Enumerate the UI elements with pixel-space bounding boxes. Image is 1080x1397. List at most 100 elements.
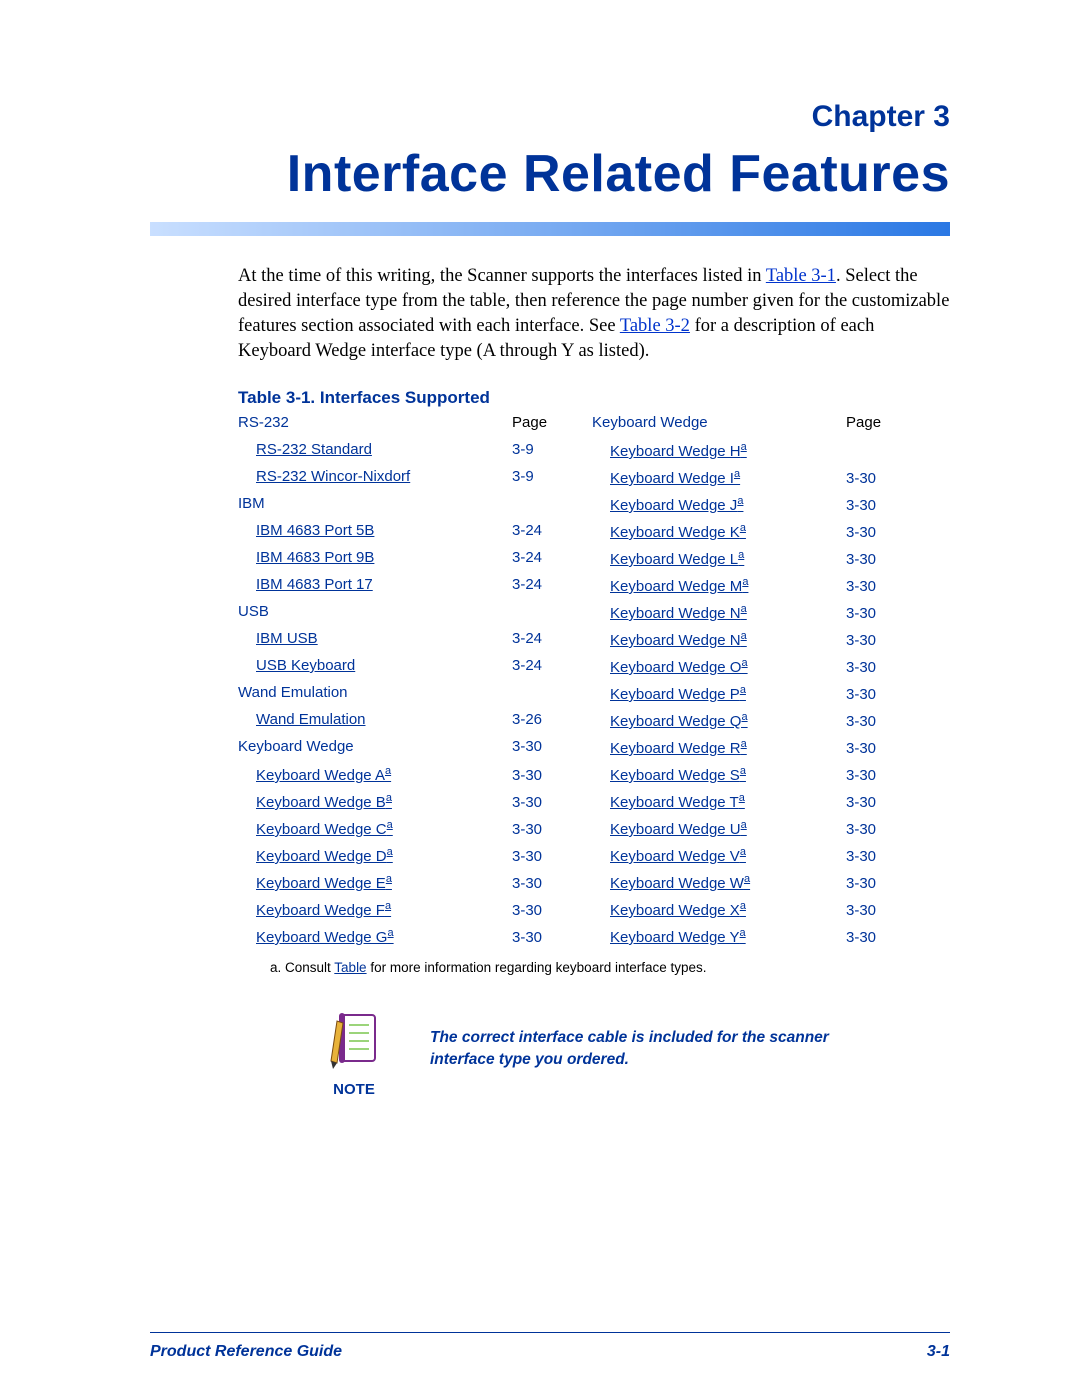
table-row: Keyboard Wedge Ua3-30 [592,819,902,846]
interface-link[interactable]: Keyboard Wedge Ma [610,578,748,595]
interface-link[interactable]: Keyboard Wedge Ga [256,929,394,946]
footnote-link[interactable]: Table [334,960,366,975]
table-row: Keyboard Wedge Ba 3-30 [238,792,568,819]
interface-link[interactable]: Keyboard Wedge Oa [610,659,748,676]
page-ref: 3-30 [846,929,902,946]
table-row: Keyboard Wedge Ga 3-30 [238,927,568,954]
table-caption: Table 3-1. Interfaces Supported [238,388,950,408]
page-ref: 3-30 [846,524,902,541]
page-ref: 3-30 [846,848,902,865]
page-ref: 3-30 [846,740,902,757]
page-ref: 3-24 [512,576,568,593]
interface-link[interactable]: Keyboard Wedge Ca [256,821,393,838]
page-ref: 3-30 [846,875,902,892]
link-table-3-1[interactable]: Table 3-1 [766,266,836,286]
interface-link[interactable]: Keyboard Wedge Ka [610,524,746,541]
note-text: The correct interface cable is included … [430,1027,850,1070]
page-ref: 3-30 [512,738,568,755]
interface-link[interactable]: Keyboard Wedge Ba [256,794,392,811]
chapter-title: Interface Related Features [150,144,950,204]
interface-link[interactable]: Keyboard Wedge Ha [610,443,747,460]
table-row: Keyboard Wedge Oa3-30 [592,657,902,684]
table-row: Keyboard Wedge3-30 [238,738,568,765]
interface-link[interactable]: Keyboard Wedge Sa [610,767,746,784]
interface-link[interactable]: Keyboard Wedge Pa [610,686,746,703]
group-label: RS-232 [238,414,512,431]
interface-link[interactable]: IBM USB [256,630,318,647]
table-row: Wand Emulation [238,684,568,711]
page-ref: 3-24 [512,657,568,674]
page-ref: 3-30 [846,902,902,919]
page-ref: 3-9 [512,441,568,458]
interface-link[interactable]: IBM 4683 Port 9B [256,549,374,566]
page-ref: 3-24 [512,522,568,539]
page-ref: 3-30 [512,767,568,784]
table-row: Keyboard Wedge Xa 3-30 [592,900,902,927]
table-row: Keyboard Wedge Pa3-30 [592,684,902,711]
page-ref: 3-30 [512,794,568,811]
interface-link[interactable]: Keyboard Wedge Xa [610,902,746,919]
table-footnote: a. Consult Table for more information re… [270,960,950,975]
interface-link[interactable]: RS-232 Wincor-Nixdorf [256,468,410,485]
page-ref: 3-9 [512,468,568,485]
table-row: Keyboard Wedge Ca 3-30 [238,819,568,846]
interface-link[interactable]: Keyboard Wedge Qa [610,713,748,730]
table-row: Keyboard Wedge Aa 3-30 [238,765,568,792]
interface-link[interactable]: USB Keyboard [256,657,355,674]
page-ref: 3-30 [846,767,902,784]
page-ref: 3-30 [512,848,568,865]
interface-link[interactable]: Keyboard Wedge Na [610,632,747,649]
page-ref: 3-30 [846,794,902,811]
footer-left: Product Reference Guide [150,1343,342,1361]
page-footer: Product Reference Guide 3-1 [150,1343,950,1361]
table-row: Keyboard Wedge Na3-30 [592,603,902,630]
interface-link[interactable]: Keyboard Wedge La [610,551,744,568]
interface-link[interactable]: Keyboard Wedge Na [610,605,747,622]
interface-link[interactable]: RS-232 Standard [256,441,372,458]
page-ref: 3-24 [512,549,568,566]
page-ref: 3-30 [846,497,902,514]
interface-link[interactable]: Keyboard Wedge Wa [610,875,750,892]
interface-link[interactable]: Wand Emulation [256,711,366,728]
link-table-3-2[interactable]: Table 3-2 [620,316,690,336]
page-ref: 3-30 [512,821,568,838]
interface-link[interactable]: IBM 4683 Port 5B [256,522,374,539]
table-row: Keyboard Wedge Wa 3-30 [592,873,902,900]
table-row: IBM 4683 Port 5B 3-24 [238,522,568,549]
interface-link[interactable]: IBM 4683 Port 17 [256,576,373,593]
page-header: Page [846,414,902,431]
interface-link[interactable]: Keyboard Wedge Va [610,848,746,865]
interface-link[interactable]: Keyboard Wedge Ya [610,929,746,946]
table-row: Keyboard Wedge Ya 3-30 [592,927,902,954]
note-label: NOTE [333,1081,375,1098]
table-row: USB Keyboard 3-24 [238,657,568,684]
interface-link[interactable]: Keyboard Wedge Ra [610,740,747,757]
interface-link[interactable]: Keyboard Wedge Ja [610,497,743,514]
table-row: Keyboard Wedge Ia3-30 [592,468,902,495]
interface-link[interactable]: Keyboard Wedge Aa [256,767,391,784]
page-ref: 3-30 [846,551,902,568]
table-row: IBM USB 3-24 [238,630,568,657]
page-ref: 3-30 [512,902,568,919]
note-block: NOTE The correct interface cable is incl… [318,1011,950,1098]
group-label: Wand Emulation [238,684,512,701]
interface-link[interactable]: Keyboard Wedge Fa [256,902,391,919]
intro-text-1: At the time of this writing, the Scanner… [238,266,766,286]
table-row: Keyboard Wedge Ra 3-30 [592,738,902,765]
interface-link[interactable]: Keyboard Wedge Ea [256,875,392,892]
group-label: IBM [238,495,512,512]
gradient-divider [150,222,950,236]
page-ref: 3-24 [512,630,568,647]
page-ref: 3-30 [512,929,568,946]
page-ref: 3-30 [512,875,568,892]
interface-link[interactable]: Keyboard Wedge Ta [610,794,745,811]
table-row: RS-232Page [238,414,568,441]
interfaces-right-column: Keyboard WedgePageKeyboard Wedge HaKeybo… [592,414,902,954]
table-row: Keyboard Wedge Ta 3-30 [592,792,902,819]
interface-link[interactable]: Keyboard Wedge Da [256,848,393,865]
table-row: Keyboard Wedge Ha [592,441,902,468]
interface-link[interactable]: Keyboard Wedge Ia [610,470,740,487]
interface-link[interactable]: Keyboard Wedge Ua [610,821,747,838]
table-row: IBM 4683 Port 17 3-24 [238,576,568,603]
page-ref: 3-30 [846,578,902,595]
